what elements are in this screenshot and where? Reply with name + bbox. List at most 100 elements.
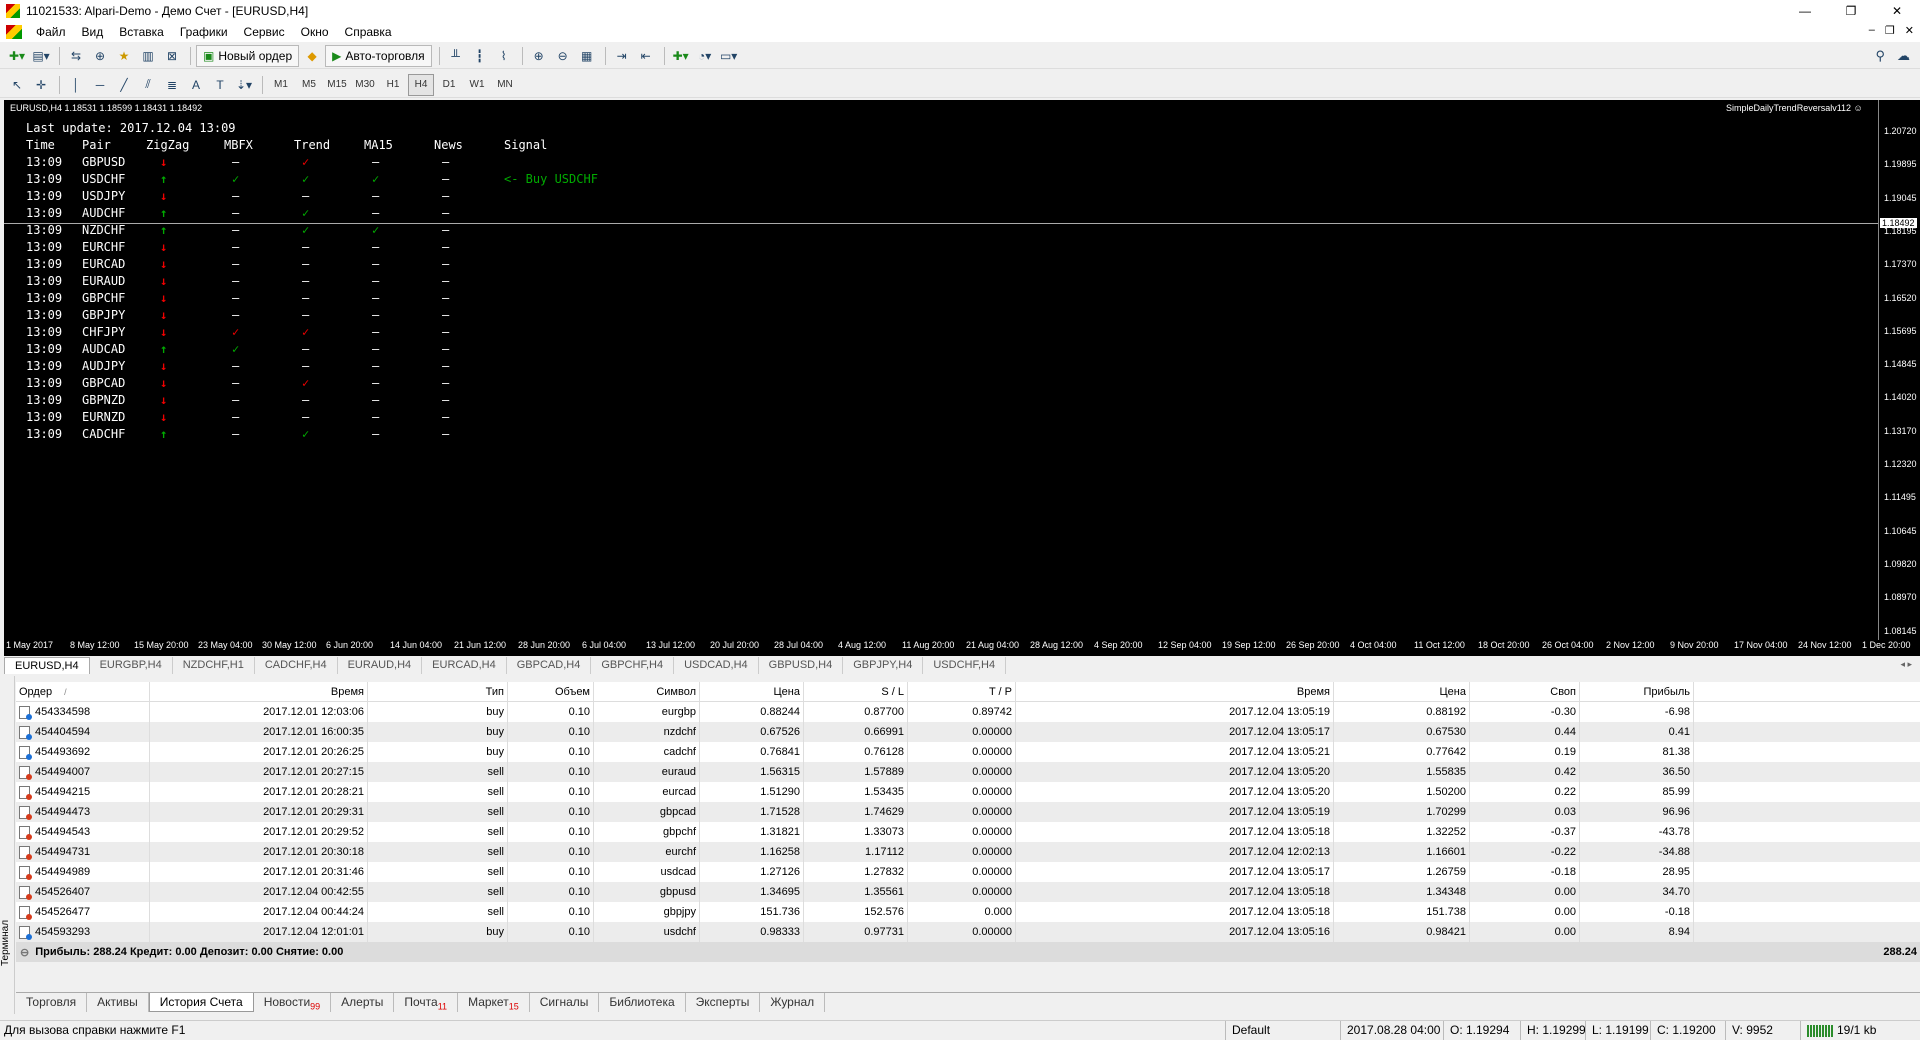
- zoom-in-icon[interactable]: ⊕: [528, 45, 550, 67]
- column-header[interactable]: Время: [1016, 682, 1334, 701]
- terminal-tab[interactable]: Эксперты: [686, 993, 761, 1012]
- bar-chart-icon[interactable]: ╨: [445, 45, 467, 67]
- channel-icon[interactable]: ⫽: [137, 74, 159, 96]
- column-header[interactable]: S / L: [804, 682, 908, 701]
- terminal-tab[interactable]: Почта11: [394, 993, 459, 1012]
- column-header[interactable]: Прибыль: [1580, 682, 1694, 701]
- price-chart[interactable]: EURUSD,H4 1.18531 1.18599 1.18431 1.1849…: [4, 100, 1920, 656]
- terminal-tab[interactable]: Торговля: [16, 993, 88, 1012]
- column-header[interactable]: Символ: [594, 682, 700, 701]
- trendline-icon[interactable]: ╱: [113, 74, 135, 96]
- menu-window[interactable]: Окно: [293, 25, 337, 39]
- chart-tab[interactable]: NZDCHF,H1: [173, 657, 255, 674]
- timeframe-w1[interactable]: W1: [464, 74, 490, 96]
- chart-restore-button[interactable]: ❐: [1885, 24, 1895, 37]
- menu-tools[interactable]: Сервис: [236, 25, 293, 39]
- chart-tab[interactable]: GBPCAD,H4: [507, 657, 592, 674]
- indicators-icon[interactable]: ✚▾: [670, 45, 692, 67]
- chart-tab[interactable]: EURUSD,H4: [4, 657, 90, 674]
- expert-advisor-name[interactable]: SimpleDailyTrendReversalv112 ☺: [1726, 103, 1863, 113]
- chart-shift-icon[interactable]: ⇤: [635, 45, 657, 67]
- templates-icon[interactable]: ▭▾: [718, 45, 740, 67]
- new-chart-icon[interactable]: ✚▾: [6, 45, 28, 67]
- metaeditor-icon[interactable]: ◆: [301, 45, 323, 67]
- timeframe-m15[interactable]: M15: [324, 74, 350, 96]
- table-row[interactable]: 454493692 2017.12.01 20:26:25 buy 0.10 cadch…: [16, 742, 1920, 762]
- table-row[interactable]: 454593293 2017.12.04 12:01:01 buy 0.10 usdch…: [16, 922, 1920, 942]
- chart-tab[interactable]: GBPCHF,H4: [591, 657, 675, 674]
- candlestick-icon[interactable]: ┇: [469, 45, 491, 67]
- status-profile[interactable]: Default: [1232, 1023, 1270, 1037]
- column-header[interactable]: Ордер /: [16, 682, 150, 701]
- terminal-icon[interactable]: ▥: [137, 45, 159, 67]
- timeframe-m5[interactable]: M5: [296, 74, 322, 96]
- timeframe-mn[interactable]: MN: [492, 74, 518, 96]
- zoom-out-icon[interactable]: ⊖: [552, 45, 574, 67]
- column-header[interactable]: T / P: [908, 682, 1016, 701]
- tab-scroll-arrows[interactable]: ◂ ▸: [1900, 659, 1912, 670]
- autotrading-button[interactable]: ▶ Авто-торговля: [325, 44, 432, 67]
- chart-tab[interactable]: CADCHF,H4: [255, 657, 338, 674]
- strategy-tester-icon[interactable]: ⊠: [161, 45, 183, 67]
- table-row[interactable]: 454526477 2017.12.04 00:44:24 sell 0.10 gbpj…: [16, 902, 1920, 922]
- timeframe-m1[interactable]: M1: [268, 74, 294, 96]
- terminal-tab[interactable]: Сигналы: [530, 993, 600, 1012]
- column-header[interactable]: Объем: [508, 682, 594, 701]
- menu-insert[interactable]: Вставка: [111, 25, 172, 39]
- terminal-tab[interactable]: Активы: [87, 993, 149, 1012]
- menu-charts[interactable]: Графики: [172, 25, 236, 39]
- minimize-button[interactable]: —: [1782, 0, 1828, 22]
- timeframe-h4[interactable]: H4: [408, 73, 434, 96]
- terminal-tab[interactable]: История Счета: [148, 993, 254, 1012]
- crosshair-icon[interactable]: ✛: [30, 74, 52, 96]
- column-header[interactable]: Цена: [1334, 682, 1470, 701]
- table-row[interactable]: 454526407 2017.12.04 00:42:55 sell 0.10 gbpu…: [16, 882, 1920, 902]
- column-header[interactable]: Время: [150, 682, 368, 701]
- new-order-button[interactable]: ▣ Новый ордер: [196, 44, 300, 67]
- profiles-icon[interactable]: ▤▾: [30, 45, 52, 67]
- terminal-tab[interactable]: Маркет15: [458, 993, 530, 1012]
- text-label-icon[interactable]: T: [209, 74, 231, 96]
- cursor-icon[interactable]: ↖: [6, 74, 28, 96]
- chart-tab[interactable]: USDCHF,H4: [923, 657, 1007, 674]
- table-row[interactable]: 454334598 2017.12.01 12:03:06 buy 0.10 eurgb…: [16, 702, 1920, 722]
- vertical-line-icon[interactable]: │: [65, 74, 87, 96]
- table-row[interactable]: 454494731 2017.12.01 20:30:18 sell 0.10 eurc…: [16, 842, 1920, 862]
- chart-tab[interactable]: EURCAD,H4: [422, 657, 507, 674]
- chart-tab[interactable]: GBPUSD,H4: [759, 657, 844, 674]
- table-row[interactable]: 454404594 2017.12.01 16:00:35 buy 0.10 nzdch…: [16, 722, 1920, 742]
- chart-tab[interactable]: GBPJPY,H4: [843, 657, 924, 674]
- table-row[interactable]: 454494989 2017.12.01 20:31:46 sell 0.10 usdc…: [16, 862, 1920, 882]
- line-chart-icon[interactable]: ⌇: [493, 45, 515, 67]
- close-button[interactable]: ✕: [1874, 0, 1920, 22]
- tile-windows-icon[interactable]: ▦: [576, 45, 598, 67]
- menu-view[interactable]: Вид: [74, 25, 112, 39]
- horizontal-line-icon[interactable]: ─: [89, 74, 111, 96]
- terminal-tab[interactable]: Библиотека: [599, 993, 686, 1012]
- chart-window-icon[interactable]: [6, 25, 22, 39]
- menu-help[interactable]: Справка: [337, 25, 400, 39]
- arrows-icon[interactable]: ⇣▾: [233, 74, 255, 96]
- table-row[interactable]: 454494215 2017.12.01 20:28:21 sell 0.10 eurc…: [16, 782, 1920, 802]
- search-icon[interactable]: ⚲: [1875, 48, 1885, 64]
- chart-close-button[interactable]: ✕: [1905, 24, 1914, 37]
- table-row[interactable]: 454494007 2017.12.01 20:27:15 sell 0.10 eura…: [16, 762, 1920, 782]
- column-header[interactable]: Цена: [700, 682, 804, 701]
- maximize-button[interactable]: ❐: [1828, 0, 1874, 22]
- chart-tab[interactable]: EURGBP,H4: [90, 657, 173, 674]
- chart-tab[interactable]: EURAUD,H4: [338, 657, 423, 674]
- text-icon[interactable]: A: [185, 74, 207, 96]
- table-row[interactable]: 454494543 2017.12.01 20:29:52 sell 0.10 gbpc…: [16, 822, 1920, 842]
- community-icon[interactable]: ☁: [1897, 48, 1910, 64]
- column-header[interactable]: Тип: [368, 682, 508, 701]
- timeframe-m30[interactable]: M30: [352, 74, 378, 96]
- terminal-tab[interactable]: Новости99: [254, 993, 332, 1012]
- terminal-tab[interactable]: Журнал: [760, 993, 826, 1012]
- navigator-icon[interactable]: ★: [113, 45, 135, 67]
- data-window-icon[interactable]: ⊕: [89, 45, 111, 67]
- periods-icon[interactable]: ◔▾: [694, 45, 716, 67]
- menu-file[interactable]: Файл: [28, 25, 74, 39]
- fibonacci-icon[interactable]: ≣: [161, 74, 183, 96]
- market-watch-icon[interactable]: ⇆: [65, 45, 87, 67]
- terminal-tab[interactable]: Алерты: [331, 993, 395, 1012]
